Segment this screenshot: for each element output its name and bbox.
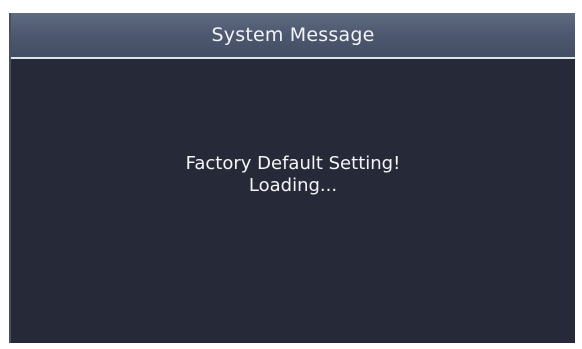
- dialog-title-bar: System Message: [11, 13, 575, 59]
- message-line-factory-default: Factory Default Setting!: [185, 153, 401, 174]
- system-message-dialog: System Message Factory Default Setting! …: [9, 13, 575, 343]
- dialog-body: Factory Default Setting! Loading...: [11, 59, 575, 343]
- message-line-loading: Loading...: [248, 175, 338, 196]
- dialog-title: System Message: [211, 24, 375, 46]
